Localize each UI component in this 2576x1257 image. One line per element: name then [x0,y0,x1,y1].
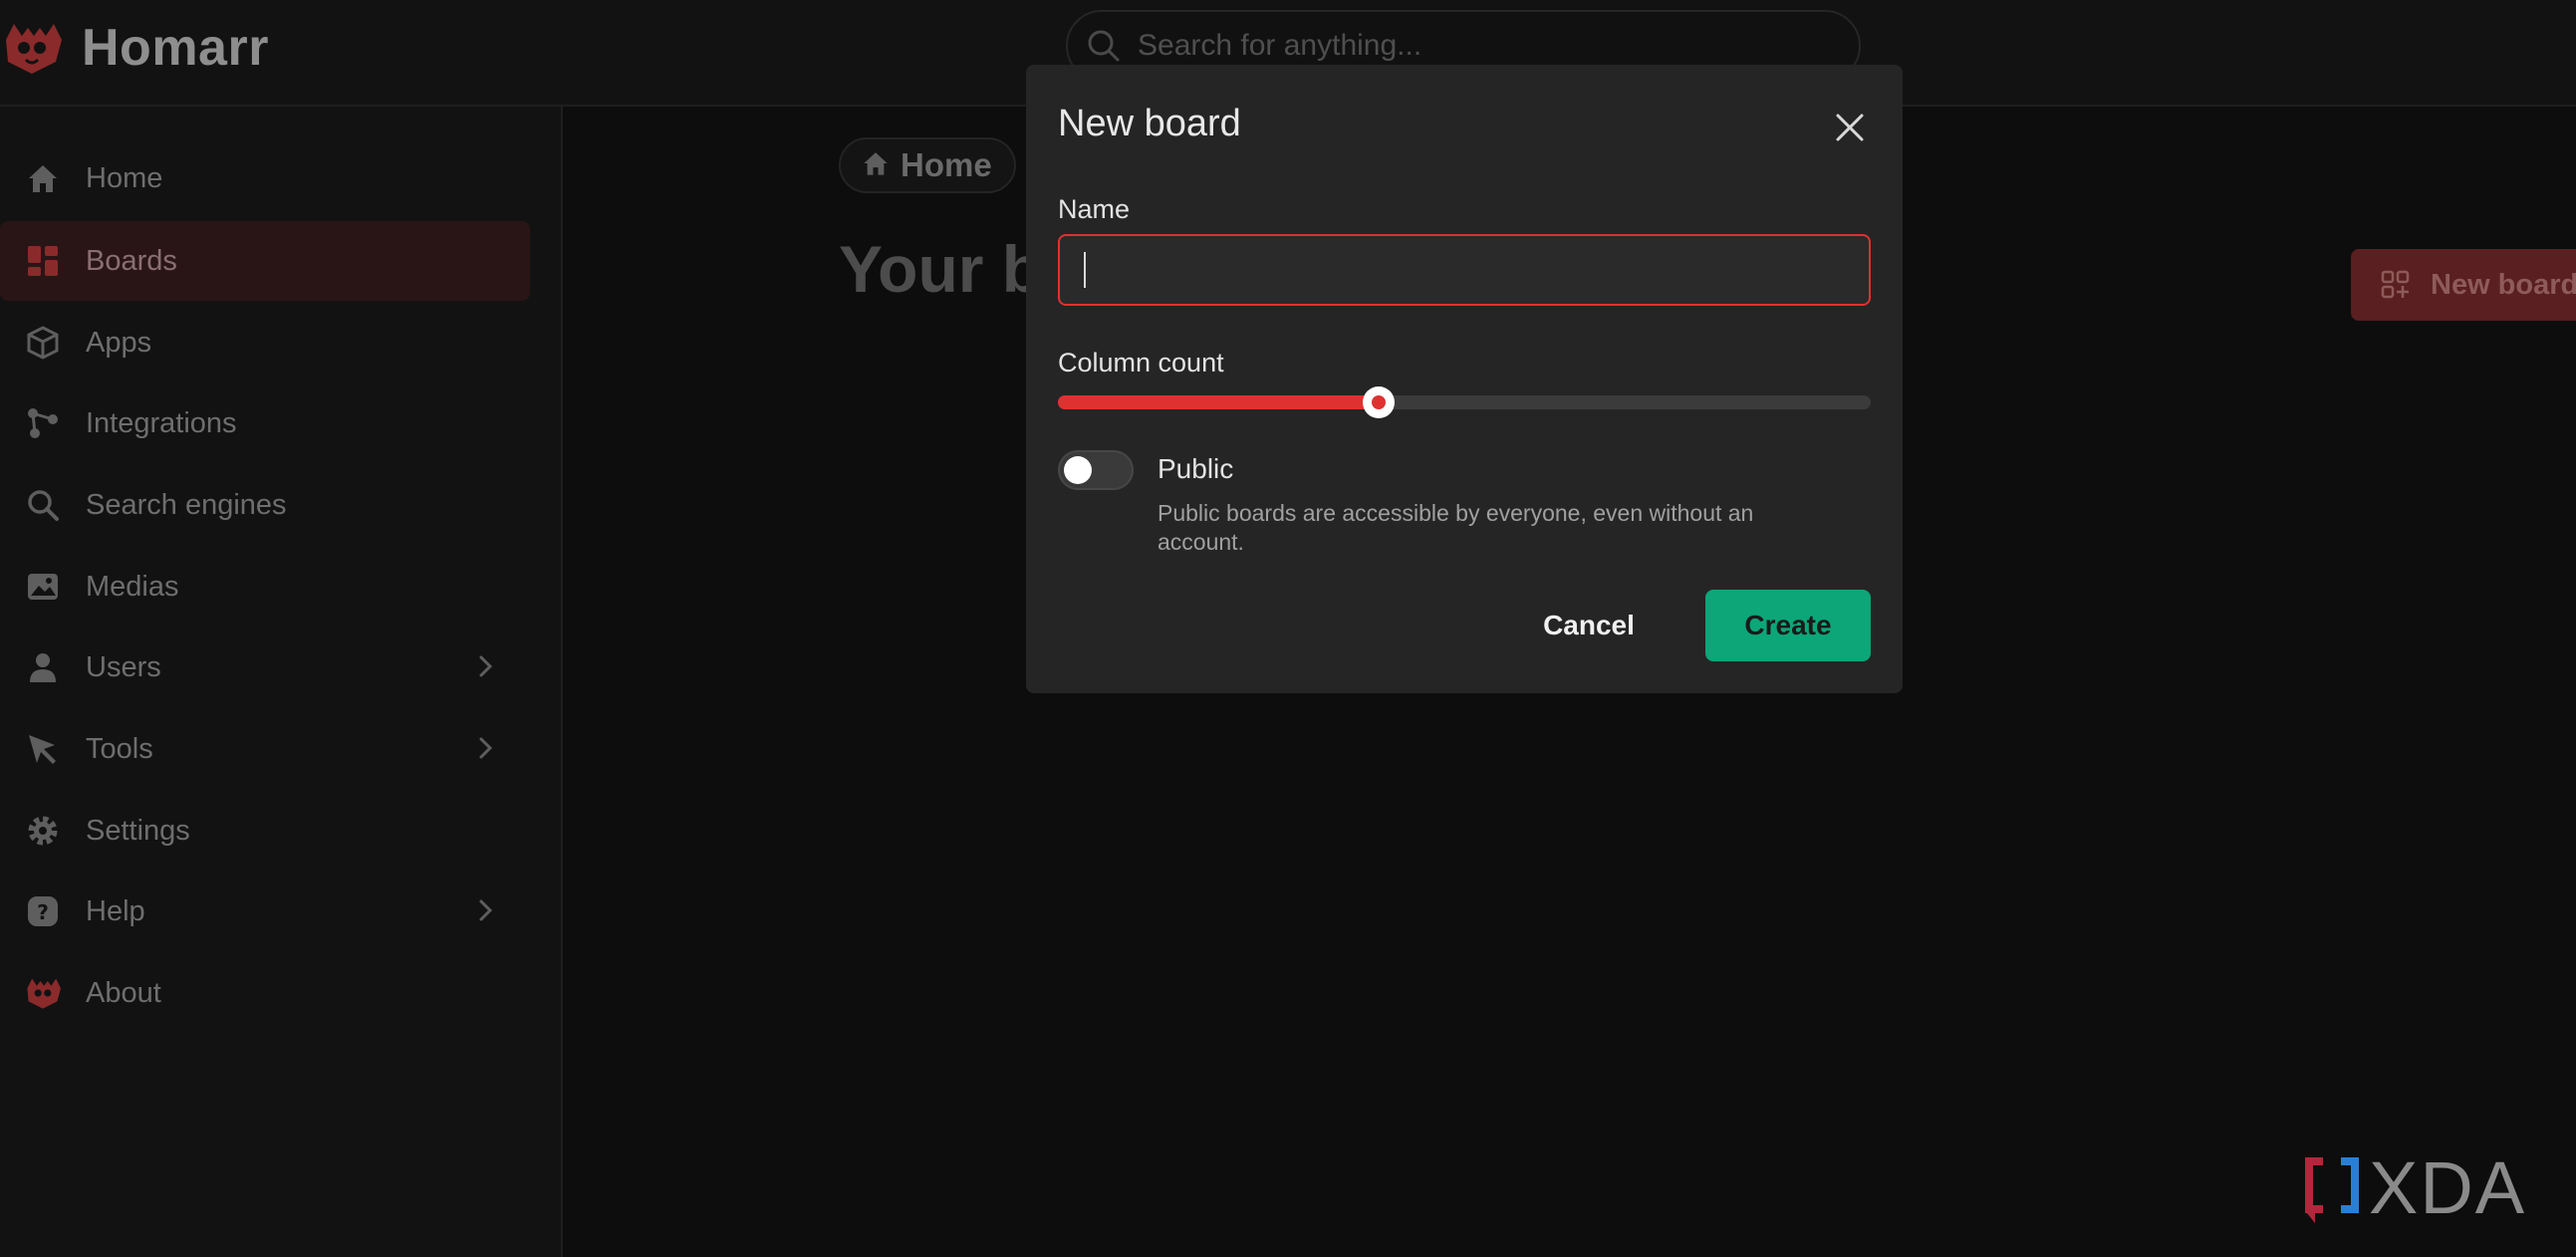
new-board-button[interactable]: New board [2351,249,2576,321]
svg-text:?: ? [37,900,49,924]
sidebar-item-integrations[interactable]: Integrations [0,383,530,463]
chevron-right-icon [470,895,500,930]
gear-icon [22,810,64,852]
sidebar-item-label: Tools [86,732,153,765]
sidebar-item-about[interactable]: About [0,953,530,1033]
sidebar-item-settings[interactable]: Settings [0,791,530,871]
app-logo[interactable]: Homarr [0,18,269,78]
sidebar-item-medias[interactable]: Medias [0,547,530,627]
watermark-text: XDA [2369,1146,2527,1229]
create-button[interactable]: Create [1705,590,1871,661]
homarr-logo-icon [6,24,62,74]
sidebar-item-users[interactable]: Users [0,628,530,707]
close-icon [1836,114,1864,141]
grid-plus-icon [2381,270,2411,300]
xda-watermark: XDA [2301,1145,2526,1230]
search-icon [22,484,64,526]
search-input[interactable] [1136,28,1837,64]
column-count-slider[interactable] [1058,386,1871,418]
name-label: Name [1058,194,1131,224]
sidebar-item-label: Search engines [86,488,287,521]
xda-logo-icon [2305,1156,2359,1223]
column-count-label: Column count [1058,348,1224,377]
chevron-right-icon [470,733,500,768]
sidebar-item-label: Apps [86,326,152,359]
cancel-button[interactable]: Cancel [1524,590,1654,661]
page-title: Your boards [839,232,1038,306]
help-icon: ? [22,890,64,932]
name-field[interactable] [1058,234,1871,306]
sidebar-item-label: Users [86,650,161,683]
breadcrumb[interactable]: Home [839,137,1016,193]
sidebar-item-label: Medias [86,570,179,603]
new-board-button-label: New board [2431,268,2576,301]
toggle-knob [1064,456,1092,484]
photo-icon [22,566,64,608]
sidebar-item-boards[interactable]: Boards [0,221,530,301]
box-icon [22,322,64,364]
sidebar: Home Boards Apps Integrations Search eng… [0,107,563,1257]
sidebar-item-help[interactable]: ? Help [0,872,530,951]
sidebar-item-search-engines[interactable]: Search engines [0,465,530,545]
public-toggle[interactable] [1058,450,1134,490]
pointer-icon [22,728,64,770]
sidebar-item-tools[interactable]: Tools [0,709,530,789]
sidebar-item-apps[interactable]: Apps [0,303,530,382]
home-icon [22,157,64,199]
breadcrumb-label: Home [901,146,992,183]
sidebar-item-home[interactable]: Home [0,138,530,218]
slider-fill [1058,395,1380,409]
app-title: Homarr [82,19,269,77]
sidebar-item-label: Home [86,161,163,194]
chevron-right-icon [470,651,500,686]
sidebar-item-label: Help [86,894,145,927]
user-icon [22,646,64,688]
text-caret [1084,252,1086,288]
dialog-title: New board [1058,103,1241,144]
boards-icon [22,240,64,282]
sidebar-item-label: About [86,976,161,1009]
search-icon [1084,26,1124,66]
sidebar-item-label: Boards [86,244,177,277]
integrations-icon [22,402,64,444]
sidebar-item-label: Integrations [86,406,237,439]
close-button[interactable] [1827,105,1873,150]
home-icon [861,148,891,183]
slider-thumb[interactable] [1363,386,1396,418]
sidebar-item-label: Settings [86,814,190,847]
public-description: Public boards are accessible by everyone… [1158,500,1754,555]
homarr-logo-icon [22,972,64,1014]
public-label: Public [1158,453,1234,484]
